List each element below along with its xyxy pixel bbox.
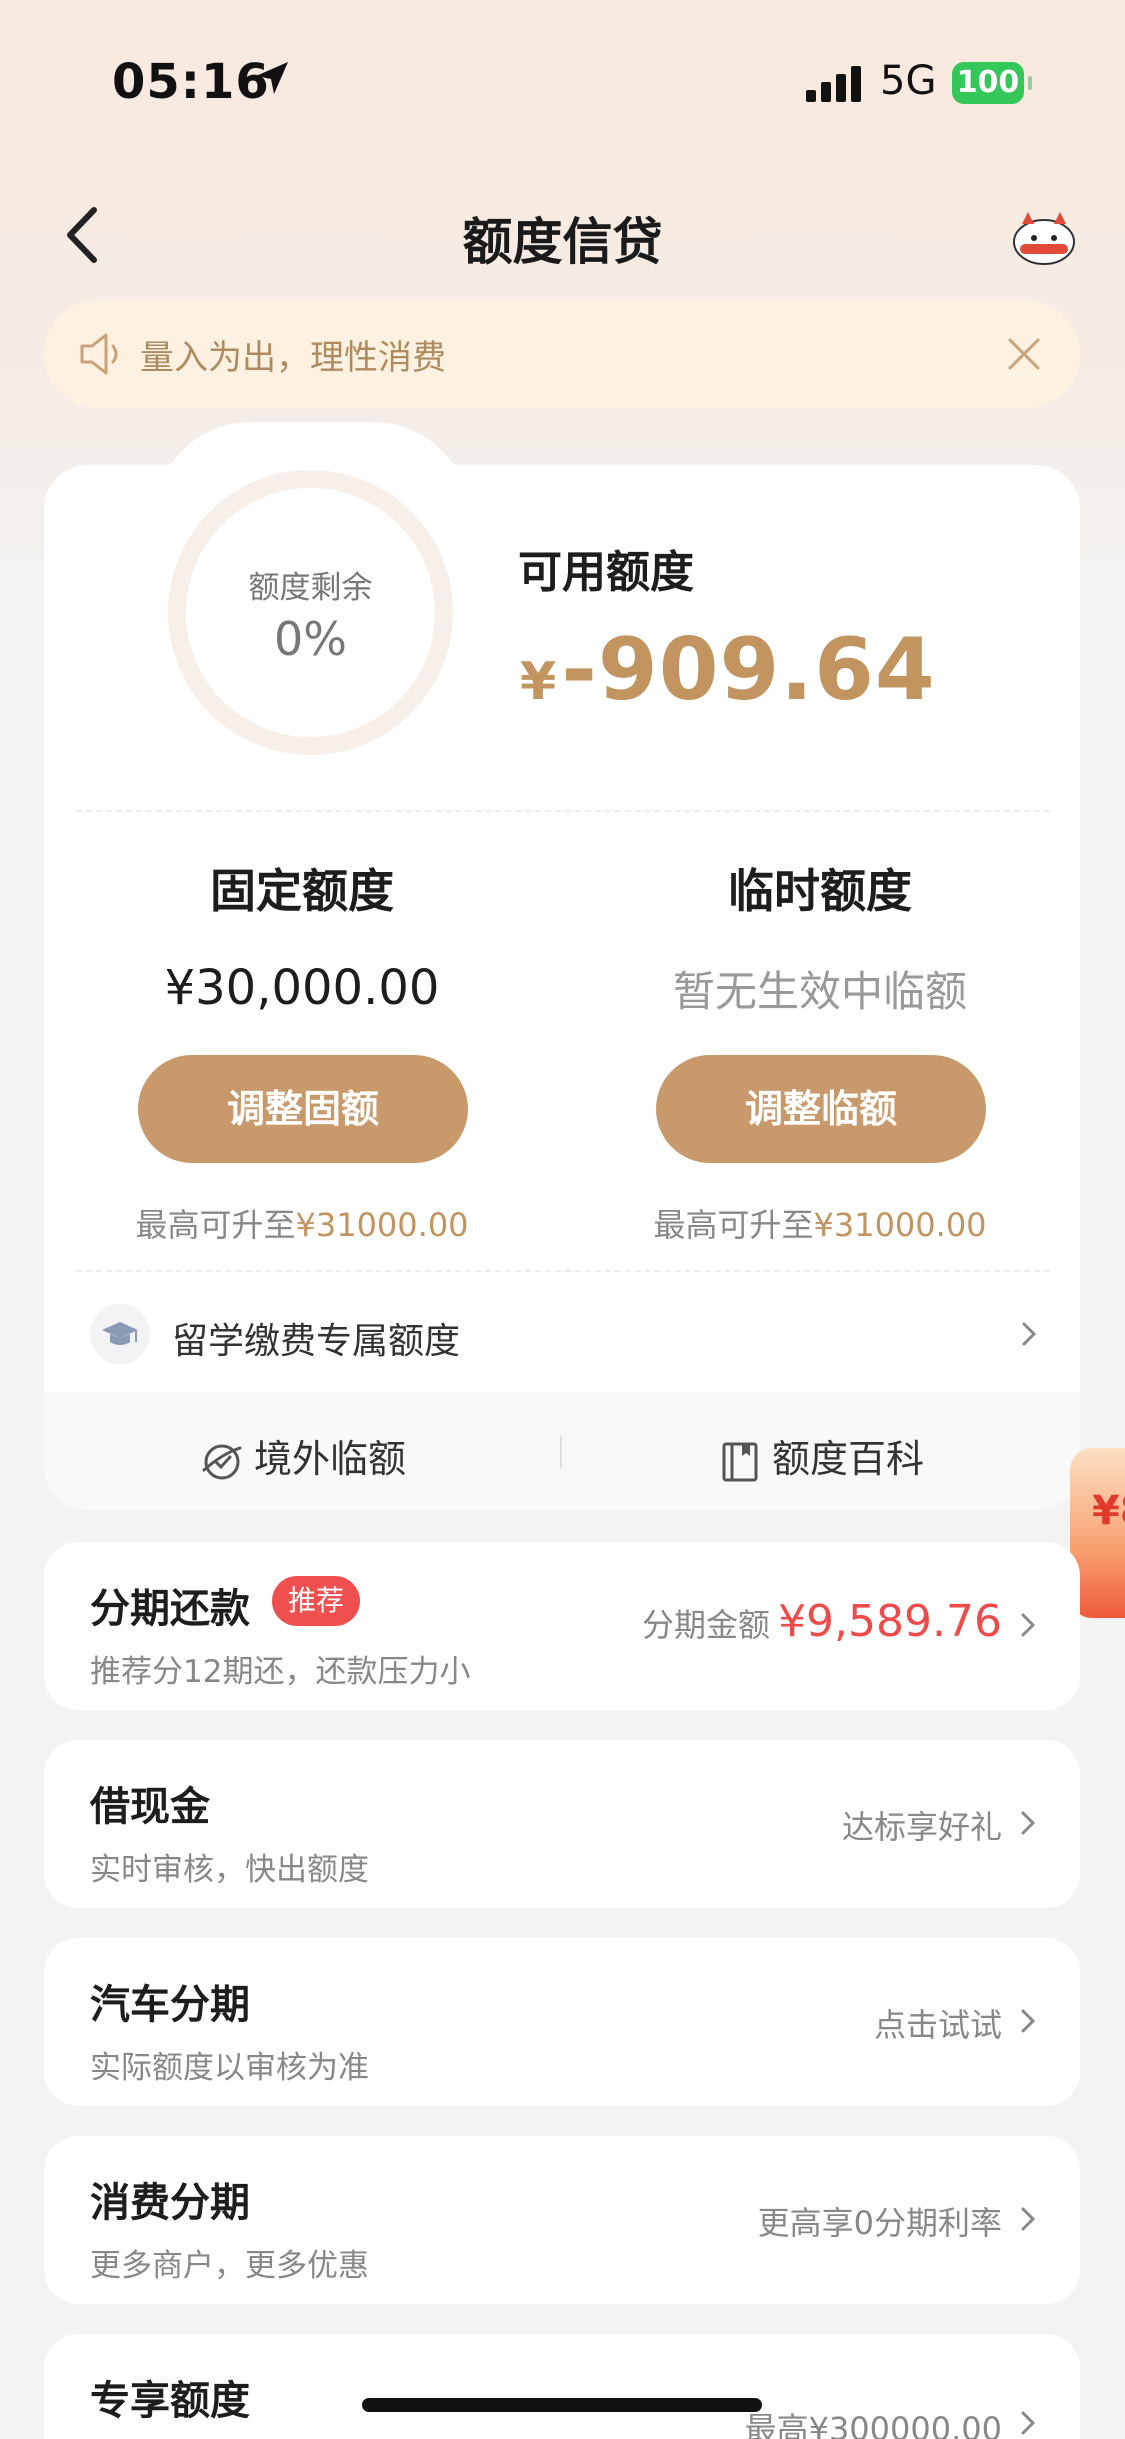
quota-wiki-link[interactable]: 额度百科	[718, 1428, 924, 1484]
note-prefix: 最高可升至	[653, 1206, 814, 1244]
location-arrow-icon	[256, 62, 288, 94]
fixed-quota-title: 固定额度	[210, 864, 394, 918]
study-quota-row[interactable]: 留学缴费专属额度	[44, 1290, 1080, 1400]
battery-icon: 100	[952, 62, 1032, 104]
speaker-icon	[80, 333, 118, 375]
borrow-cash-card[interactable]: 借现金 实时审核，快出额度 达标享好礼	[44, 1740, 1080, 1908]
card-subtitle: 更多商户，更多优惠	[90, 2248, 369, 2284]
separator	[560, 1436, 562, 1468]
overseas-quota-label: 境外临额	[254, 1437, 407, 1481]
signal-icon	[806, 64, 866, 102]
ring-percent: 0%	[274, 612, 347, 666]
close-icon[interactable]	[1002, 332, 1046, 376]
card-subtitle: 实际额度以审核为准	[90, 2050, 369, 2086]
book-icon	[722, 1442, 758, 1481]
planet-icon	[202, 1444, 242, 1479]
temp-quota-value: 暂无生效中临额	[672, 967, 967, 1016]
card-title: 分期还款	[90, 1586, 250, 1632]
currency-symbol: ¥	[520, 652, 558, 712]
chevron-right-icon	[1021, 1811, 1036, 1835]
card-title: 借现金	[90, 1784, 210, 1830]
card-right: 分期金额 ¥9,589.76	[642, 1596, 1002, 1647]
card-title: 专享额度	[90, 2378, 250, 2424]
graduation-cap-icon	[90, 1304, 150, 1364]
exclusive-quota-card[interactable]: 专享额度 分期利率低，消费无忧 最高¥300000.00	[44, 2334, 1080, 2439]
fixed-quota-note: 最高可升至¥31000.00	[82, 1200, 522, 1246]
study-quota-label: 留学缴费专属额度	[172, 1321, 461, 1362]
card-right-label: 最高¥300000.00	[744, 2410, 1002, 2439]
quick-links-bar: 境外临额 额度百科	[44, 1392, 1080, 1510]
card-title: 消费分期	[90, 2180, 250, 2226]
fixed-quota-value: ¥30,000.00	[164, 960, 440, 1016]
recommend-badge: 推荐	[272, 1576, 361, 1626]
status-bar: 05:16 5G 100	[0, 0, 1125, 165]
divider	[76, 1270, 1050, 1272]
card-subtitle: 实时审核，快出额度	[90, 1852, 369, 1888]
adjust-temp-button[interactable]: 调整临额	[656, 1055, 986, 1163]
installment-amount: ¥9,589.76	[778, 1596, 1002, 1647]
promo-text: ¥8	[1092, 1488, 1125, 1534]
card-right-label: 分期金额	[642, 1606, 771, 1644]
quota-wiki-label: 额度百科	[772, 1437, 925, 1481]
mascot-icon[interactable]	[1006, 204, 1082, 268]
card-right-label: 点击试试	[873, 2006, 1002, 2044]
card-subtitle: 分期利率低，消费无忧	[90, 2430, 400, 2439]
network-type: 5G	[880, 58, 937, 104]
card-right-label: 更高享0分期利率	[757, 2204, 1002, 2242]
chevron-right-icon	[1021, 2411, 1036, 2435]
adjust-fixed-button[interactable]: 调整固额	[138, 1055, 468, 1163]
consumer-installment-card[interactable]: 消费分期 更多商户，更多优惠 更高享0分期利率	[44, 2136, 1080, 2304]
card-subtitle: 推荐分12期还，还款压力小	[90, 1654, 471, 1690]
available-amount: ¥-909.64	[520, 620, 936, 720]
chevron-right-icon	[1021, 2207, 1036, 2231]
available-label: 可用额度	[518, 547, 694, 598]
status-time: 05:16	[112, 54, 270, 110]
available-value: -909.64	[561, 620, 936, 720]
divider	[76, 810, 1050, 812]
note-prefix: 最高可升至	[135, 1206, 296, 1244]
note-amount: ¥31000.00	[813, 1206, 987, 1244]
temp-quota-title: 临时额度	[728, 864, 912, 918]
overseas-quota-link[interactable]: 境外临额	[200, 1428, 406, 1484]
notice-banner: 量入为出，理性消费	[44, 300, 1080, 408]
chevron-right-icon	[1022, 1322, 1037, 1346]
ring-label: 额度剩余	[248, 570, 373, 606]
temp-quota-note: 最高可升至¥31000.00	[600, 1200, 1040, 1246]
chevron-right-icon	[1021, 2009, 1036, 2033]
card-right-label: 达标享好礼	[841, 1808, 1002, 1846]
car-installment-card[interactable]: 汽车分期 实际额度以审核为准 点击试试	[44, 1938, 1080, 2106]
note-amount: ¥31000.00	[295, 1206, 469, 1244]
page-title: 额度信贷	[462, 213, 663, 271]
home-indicator[interactable]	[362, 2398, 762, 2412]
card-title: 汽车分期	[90, 1982, 250, 2028]
chevron-right-icon	[1021, 1613, 1036, 1637]
installment-repay-card[interactable]: 分期还款 推荐 推荐分12期还，还款压力小 分期金额 ¥9,589.76	[44, 1542, 1080, 1710]
notice-text: 量入为出，理性消费	[140, 338, 446, 378]
